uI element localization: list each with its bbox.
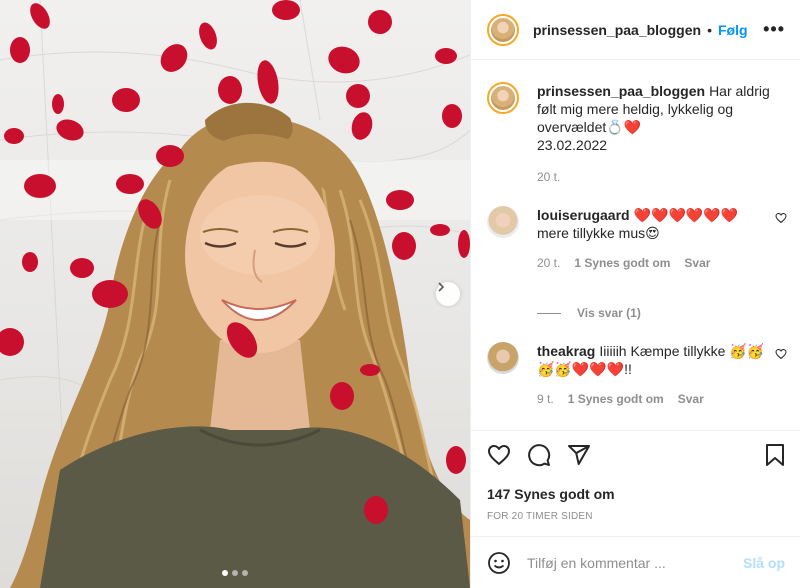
comment-item: louiserugaard ❤️❤️❤️❤️❤️❤️ mere tillykke … (487, 206, 787, 270)
caption-body: prinsessen_paa_bloggen Har aldrig følt mi… (537, 82, 787, 154)
post-actions (471, 430, 800, 478)
reply-button[interactable]: Svar (678, 392, 704, 406)
post-photo[interactable] (0, 0, 470, 588)
comment-age: 9 t. (537, 392, 554, 406)
reply-button[interactable]: Svar (684, 256, 710, 270)
post-header: prinsessen_paa_bloggen • Følg ••• (471, 0, 800, 60)
comment-meta: 20 t. 1 Synes godt om Svar (537, 256, 787, 270)
photo-illustration (0, 0, 470, 588)
caption-username[interactable]: prinsessen_paa_bloggen (537, 83, 705, 99)
author-username[interactable]: prinsessen_paa_bloggen (533, 22, 701, 38)
comment-item: theakrag Iiiiiih Kæmpe tillykke 🥳🥳🥳🥳❤️❤️❤… (487, 342, 787, 406)
chevron-right-icon (438, 282, 445, 292)
caption-avatar[interactable] (487, 82, 519, 114)
bookmark-icon[interactable] (763, 443, 787, 467)
caption: prinsessen_paa_bloggen Har aldrig følt mi… (487, 82, 787, 184)
comments-list[interactable]: prinsessen_paa_bloggen Har aldrig følt mi… (471, 60, 800, 430)
carousel-indicator (0, 570, 470, 576)
heart-icon[interactable] (487, 443, 511, 467)
comment-likes[interactable]: 1 Synes godt om (574, 256, 670, 270)
comment-meta: 9 t. 1 Synes godt om Svar (537, 392, 787, 406)
carousel-dot-2 (232, 570, 238, 576)
share-icon[interactable] (567, 443, 591, 467)
post-timestamp[interactable]: FOR 20 TIMER SIDEN (487, 511, 593, 522)
more-options-icon[interactable]: ••• (763, 20, 785, 38)
likes-count[interactable]: 147 Synes godt om (487, 486, 615, 502)
post-details-panel: prinsessen_paa_bloggen • Følg ••• prinse… (470, 0, 800, 588)
carousel-dot-1 (222, 570, 228, 576)
header-separator: • (707, 21, 712, 38)
carousel-dot-3 (242, 570, 248, 576)
comment-input[interactable] (527, 554, 743, 571)
add-comment-bar: Slå op (471, 536, 800, 588)
comment-username[interactable]: theakrag (537, 343, 595, 359)
view-replies-label: Vis svar (1) (577, 306, 641, 320)
comment-like-heart-icon[interactable] (775, 348, 787, 360)
caption-meta: 20 t. (537, 170, 787, 184)
comment-avatar[interactable] (487, 342, 519, 374)
comment-username[interactable]: louiserugaard (537, 207, 630, 223)
comment-avatar[interactable] (487, 206, 519, 238)
caption-age: 20 t. (537, 170, 561, 184)
comment-body: theakrag Iiiiiih Kæmpe tillykke 🥳🥳🥳🥳❤️❤️❤… (537, 342, 787, 378)
comment-like-heart-icon[interactable] (775, 212, 787, 224)
follow-button[interactable]: Følg (718, 22, 748, 38)
author-avatar[interactable] (487, 13, 519, 46)
post-comment-button[interactable]: Slå op (743, 555, 785, 571)
comment-likes[interactable]: 1 Synes godt om (568, 392, 664, 406)
caption-date: 23.02.2022 (537, 137, 608, 153)
carousel-next-button[interactable] (436, 282, 460, 306)
comment-age: 20 t. (537, 256, 561, 270)
comment-body: louiserugaard ❤️❤️❤️❤️❤️❤️ mere tillykke … (537, 206, 787, 242)
replies-divider (537, 312, 561, 314)
emoji-icon[interactable] (487, 551, 511, 575)
view-replies-button[interactable]: Vis svar (1) (537, 306, 641, 320)
comment-icon[interactable] (527, 443, 551, 467)
